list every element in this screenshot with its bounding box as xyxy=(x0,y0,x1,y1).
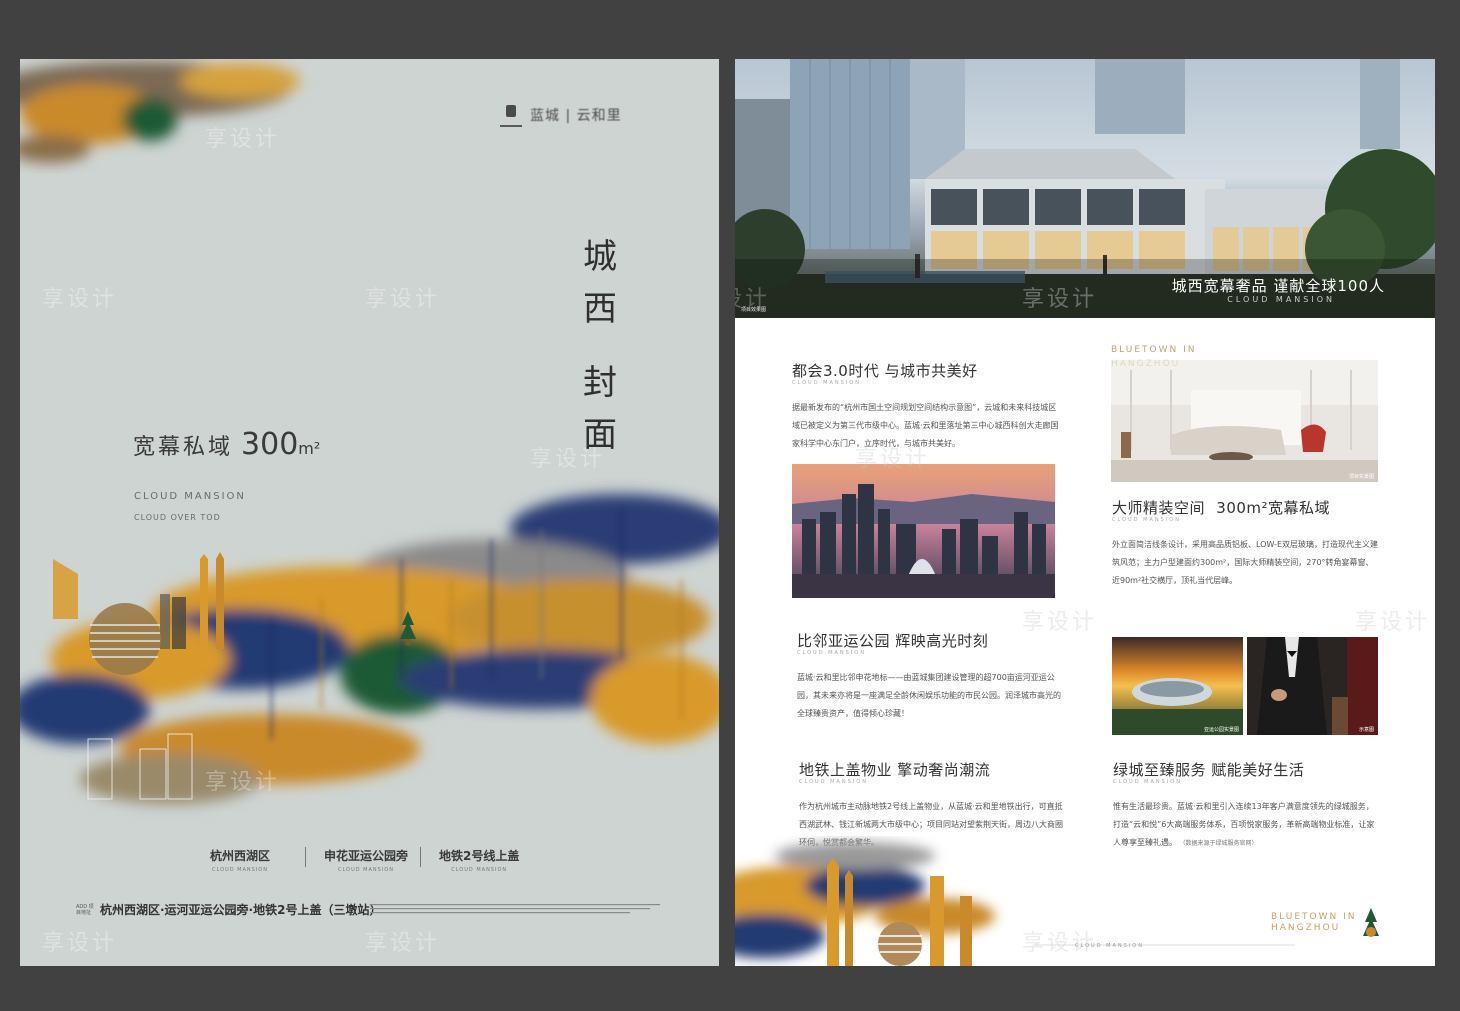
fine-print xyxy=(370,903,670,919)
photo-caption: 亚运公园实景图 xyxy=(1203,727,1239,733)
section-title: 地铁上盖物业 擎动奢尚潮流 xyxy=(799,761,991,779)
feature-en: CLOUD MANSION xyxy=(212,867,268,873)
ink-landscape-art xyxy=(20,61,719,804)
brand-en-line: HANGZHOU xyxy=(1111,359,1181,369)
hero-caption: 城西宽幕奢品 谨献全球100人 xyxy=(1171,277,1385,295)
feature-item: 申花亚运公园旁 CLOUD MANSION xyxy=(324,847,408,873)
divider xyxy=(305,847,306,867)
feature-en: CLOUD MANSION xyxy=(451,867,508,873)
brand-en-line: BLUETOWN IN xyxy=(1111,345,1197,355)
section-en: CLOUD MANSION xyxy=(1112,517,1181,523)
section-title-text: 大师精装空间 xyxy=(1112,499,1206,517)
brand-en-line: BLUETOWN IN xyxy=(1271,912,1357,922)
photo-caption: 示意图 xyxy=(1358,727,1374,733)
section-title: 大师精装空间 300m²宽幕私域 xyxy=(1112,497,1330,518)
city-photo xyxy=(792,464,1055,598)
watermark: 享设计 xyxy=(1022,610,1098,635)
watermark: 享设计 xyxy=(42,931,118,956)
vertical-title: 城 西 封 面 xyxy=(580,231,620,461)
section-en: CLOUD MANSION xyxy=(799,779,868,785)
hero-image: 城西宽幕奢品 谨献全球100人 CLOUD MANSION 项目效果图 xyxy=(735,59,1435,318)
watermark: 享设计 xyxy=(530,447,606,472)
brand-en-line: HANGZHOU xyxy=(1271,923,1341,933)
watermark: 享设计 xyxy=(855,447,931,472)
headline-unit: m² xyxy=(298,439,321,458)
brand-en-overlay: HANGZHOU xyxy=(1111,359,1180,370)
feature-label: 地铁2号线上盖 xyxy=(439,849,520,863)
feature-item: 地铁2号线上盖 CLOUD MANSION xyxy=(439,847,519,873)
watermark: 享设计 xyxy=(42,287,118,312)
divider xyxy=(420,847,421,867)
brand-logo: 蓝城 | 云和里 xyxy=(500,103,622,127)
section-title: 比邻亚运公园 辉映高光时刻 xyxy=(797,632,989,650)
watermark: 享设计 xyxy=(1022,931,1098,956)
section-body: 外立面简洁线条设计，采用高品质铝板、LOW-E双层玻璃，打造现代主义建筑风范；主… xyxy=(1112,540,1378,585)
photo-caption: 项目实景图 xyxy=(1348,474,1374,480)
watermark: 享设计 xyxy=(1022,287,1098,312)
section-en: CLOUD MANSION xyxy=(797,650,866,656)
title-char: 城 xyxy=(583,237,617,277)
subtitle-en: CLOUD MANSION xyxy=(134,491,246,502)
title-char: 封 xyxy=(583,363,617,403)
address-line: ADD 项目地址 杭州西湖区·运河亚运公园旁·地铁2号上盖（三墩站） xyxy=(76,901,381,918)
watermark: 享设计 xyxy=(1355,610,1431,635)
address-tag: ADD 项目地址 xyxy=(76,903,94,916)
watermark: 享设计 xyxy=(205,770,281,795)
headline-zh: 宽幕私域 xyxy=(133,435,234,460)
watermark: 享设计 xyxy=(365,287,441,312)
section-title: 都会3.0时代 与城市共美好 xyxy=(792,362,978,380)
watermark: 享设计 xyxy=(735,287,771,312)
subtitle-en-2: CLOUD OVER TOD xyxy=(134,513,221,522)
right-poster: 城西宽幕奢品 谨献全球100人 CLOUD MANSION 项目效果图 都会3.… xyxy=(735,59,1435,966)
hero-caption-en: CLOUD MANSION xyxy=(1227,295,1335,304)
interior-photo: 项目实景图 xyxy=(1111,360,1378,482)
section-body: 蓝城·云和里比邻申花地标——由蓝城集团建设管理的超700亩运河亚运公园，其未来亦… xyxy=(797,673,1061,718)
logo-icon xyxy=(500,103,522,127)
title-char: 西 xyxy=(583,289,617,329)
address-text: 杭州西湖区·运河亚运公园旁·地铁2号上盖（三墩站） xyxy=(100,903,382,917)
section-title-num: 300m²宽幕私域 xyxy=(1216,499,1331,517)
feature-en: CLOUD MANSION xyxy=(338,867,394,873)
section-en: CLOUD MANSION xyxy=(792,380,861,386)
feature-label: 申花亚运公园旁 xyxy=(324,849,409,863)
park-photo: 亚运公园实景图 xyxy=(1112,637,1243,735)
watermark: 享设计 xyxy=(205,127,281,152)
section-en: CLOUD MANSION xyxy=(1113,779,1182,785)
feature-label: 杭州西湖区 xyxy=(210,849,271,863)
section-title: 绿城至臻服务 赋能美好生活 xyxy=(1113,761,1305,779)
headline-number: 300 xyxy=(241,427,299,462)
logo-text: 蓝城 | 云和里 xyxy=(530,108,622,124)
butler-photo: 示意图 xyxy=(1247,637,1378,735)
headline: 宽幕私域 300 m² xyxy=(133,427,320,462)
brand-en-top: BLUETOWN IN xyxy=(1111,345,1196,356)
footer-brand-en: BLUETOWN IN HANGZHOU xyxy=(1271,912,1356,934)
left-poster: 蓝城 | 云和里 城 西 封 面 宽幕私域 300 m² CLOUD MANSI… xyxy=(20,59,719,966)
watermark: 享设计 xyxy=(365,931,441,956)
feature-item: 杭州西湖区 CLOUD MANSION xyxy=(210,847,270,873)
